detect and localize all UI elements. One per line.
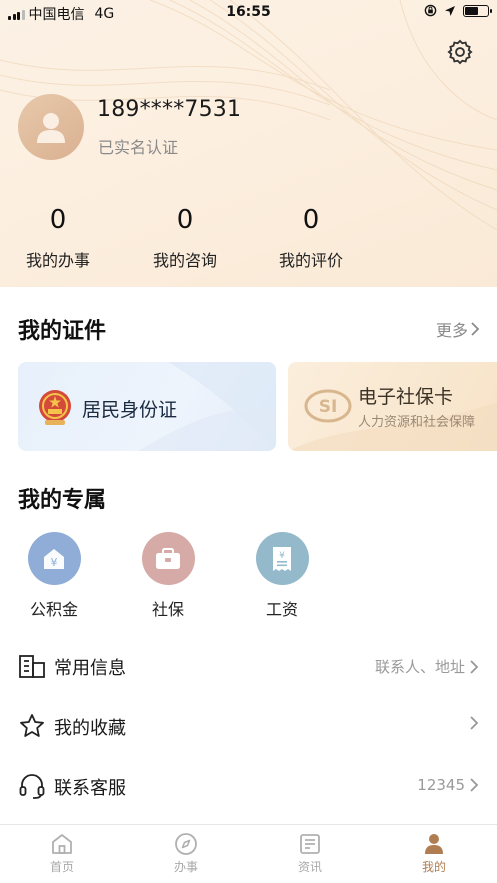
battery-icon xyxy=(463,4,492,17)
stat-label: 我的办事 xyxy=(25,251,90,270)
user-silhouette-icon xyxy=(37,113,65,143)
id-card-card[interactable]: 居民身份证 xyxy=(18,362,276,451)
section-title-exclusive: 我的专属 xyxy=(18,488,107,513)
tab-home[interactable]: 首页 xyxy=(22,832,102,875)
quick-item-label: 工资 xyxy=(265,600,298,619)
chevron-right-icon xyxy=(471,322,480,336)
card-title: 居民身份证 xyxy=(82,399,178,421)
stat-my-affairs[interactable]: 0 我的办事 xyxy=(3,205,113,271)
status-time: 16:55 xyxy=(226,4,271,20)
stat-my-reviews[interactable]: 0 我的评价 xyxy=(256,205,366,271)
menu-row-common-info[interactable]: 常用信息 联系人、地址 xyxy=(0,637,497,697)
svg-text:¥: ¥ xyxy=(51,556,58,569)
salary-icon: ¥ xyxy=(255,532,309,585)
headset-icon xyxy=(19,774,45,799)
menu-row-hint: 12345 xyxy=(417,776,465,794)
menu-row-customer-service[interactable]: 联系客服 12345 xyxy=(0,757,497,817)
stat-label: 我的咨询 xyxy=(152,251,217,270)
stat-value: 0 xyxy=(302,205,320,235)
lock-rotation-icon xyxy=(424,4,437,17)
star-icon xyxy=(20,714,44,737)
menu-row-hint: 联系人、地址 xyxy=(374,658,465,676)
chevron-right-icon xyxy=(470,659,479,674)
card-subtitle: 人力资源和社会保障 xyxy=(358,415,476,430)
stat-value: 0 xyxy=(176,205,194,235)
tab-profile[interactable]: 我的 xyxy=(394,832,474,875)
svg-text:SI: SI xyxy=(319,397,338,417)
menu-row-label: 常用信息 xyxy=(54,658,126,679)
building-icon xyxy=(19,655,45,678)
more-label: 更多 xyxy=(436,321,469,340)
stat-my-consultations[interactable]: 0 我的咨询 xyxy=(130,205,240,271)
housing-fund-icon: ¥ xyxy=(27,532,81,585)
quick-item-salary[interactable]: ¥ 工资 xyxy=(242,532,322,620)
quick-item-label: 公积金 xyxy=(29,600,78,619)
stat-label: 我的评价 xyxy=(278,251,343,270)
settings-gear-icon[interactable] xyxy=(446,38,474,66)
user-phone: 189****7531 xyxy=(97,97,242,122)
home-icon xyxy=(52,834,72,854)
compass-icon xyxy=(175,833,197,855)
section-title-certificates: 我的证件 xyxy=(18,319,107,344)
quick-item-social-security[interactable]: 社保 xyxy=(128,532,208,620)
national-emblem-icon xyxy=(39,390,71,425)
news-icon xyxy=(300,834,320,854)
stat-value: 0 xyxy=(49,205,67,235)
tab-label: 办事 xyxy=(173,860,198,874)
bottom-tab-bar: 首页 办事 资讯 我的 xyxy=(0,824,497,883)
social-security-logo-icon: SI xyxy=(304,389,352,423)
status-bar: 中国电信 4G 16:55 xyxy=(0,0,497,26)
svg-text:¥: ¥ xyxy=(279,551,285,561)
card-title: 电子社保卡 xyxy=(358,386,454,408)
social-security-icon xyxy=(141,532,195,585)
profile-header: 中国电信 4G 16:55 189****7531 已实名认证 0 我的办事 0… xyxy=(0,0,497,287)
quick-item-label: 社保 xyxy=(151,600,184,619)
social-security-card-card[interactable]: SI 电子社保卡 人力资源和社会保障 xyxy=(288,362,497,451)
chevron-right-icon xyxy=(470,716,479,730)
avatar[interactable] xyxy=(18,94,84,160)
quick-item-housing-fund[interactable]: ¥ 公积金 xyxy=(14,532,94,620)
menu-row-label: 我的收藏 xyxy=(54,718,126,739)
location-arrow-icon xyxy=(445,5,455,16)
profile-icon xyxy=(425,834,443,854)
more-certificates-link[interactable]: 更多 xyxy=(436,317,480,341)
menu-row-favorites[interactable]: 我的收藏 xyxy=(0,697,497,757)
tab-services[interactable]: 办事 xyxy=(146,832,226,875)
tab-news[interactable]: 资讯 xyxy=(270,832,350,875)
tab-label: 资讯 xyxy=(297,860,322,874)
tab-label: 首页 xyxy=(49,860,74,874)
chevron-right-icon xyxy=(470,778,479,792)
tab-label: 我的 xyxy=(421,860,446,874)
menu-row-label: 联系客服 xyxy=(54,778,126,799)
verification-status: 已实名认证 xyxy=(98,138,179,157)
